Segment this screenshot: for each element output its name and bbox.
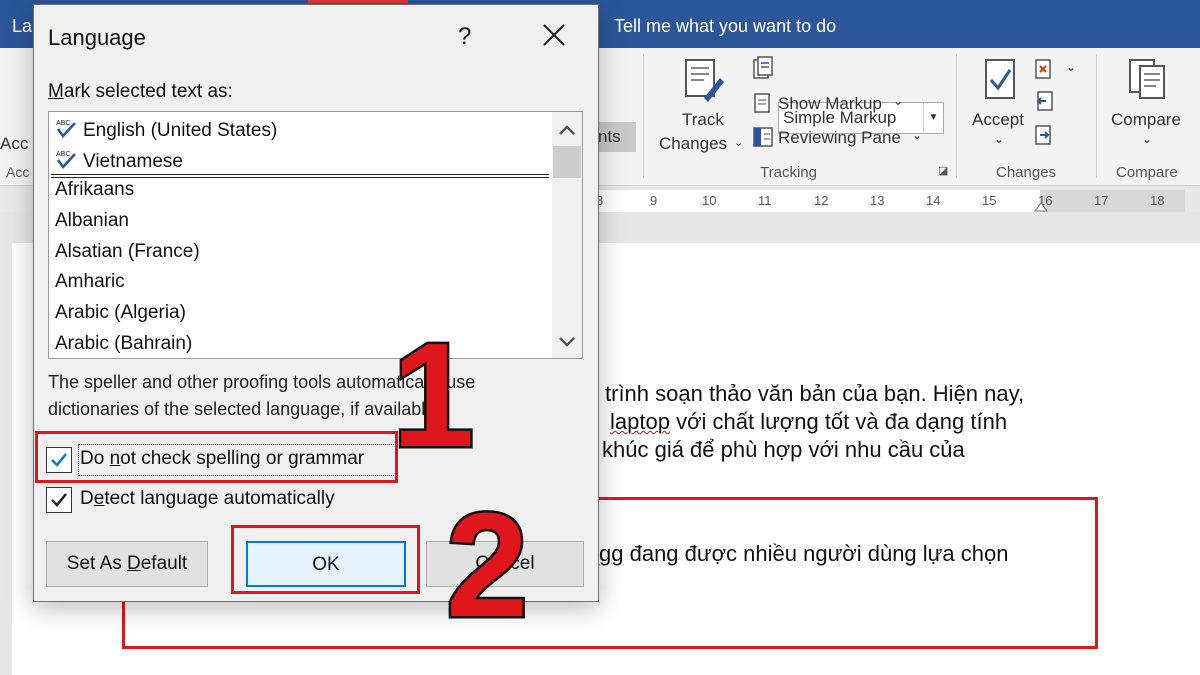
language-name: English (United States) [83, 120, 278, 141]
document-line: khúc giá để phù hợp với nhu cầu của [602, 437, 965, 462]
ruler-tick: 11 [758, 193, 772, 208]
language-name: Vietnamese [83, 151, 183, 172]
previous-change-icon[interactable] [1034, 90, 1054, 112]
accelerator-key: D [126, 553, 141, 574]
ruler-tick: 15 [982, 193, 997, 208]
compare-group-label: Compare [1116, 164, 1178, 181]
svg-text:ABC: ABC [56, 120, 70, 127]
tell-me-search[interactable]: Tell me what you want to do [614, 16, 836, 37]
display-for-review-icon [753, 56, 773, 79]
track-changes-label-1: Track [682, 110, 724, 129]
chevron-down-icon[interactable]: ⌄ [1066, 60, 1076, 74]
annotation-box-ok [231, 525, 420, 594]
track-changes-icon [685, 59, 724, 102]
ribbon-separator [956, 54, 957, 178]
ruler-tick: 17 [1094, 193, 1109, 208]
hidden-ribbon-button-label: nts [598, 127, 621, 146]
ribbon-separator [1096, 54, 1097, 178]
step-number-2: 2 [443, 483, 530, 648]
help-button[interactable]: ? [458, 23, 471, 51]
accept-label: Accept [972, 110, 1024, 129]
compare-icon [1129, 59, 1165, 99]
button-text: efault [140, 553, 188, 574]
checkbox-box[interactable] [46, 487, 72, 513]
checkbox-label: Detect language automatically [80, 488, 335, 510]
tab-stub[interactable]: La [12, 16, 32, 37]
document-line-text: với chất lượng tốt và đa dạng tính [669, 409, 1008, 434]
spellcheck-icon: ABC [56, 151, 76, 169]
scrollbar-thumb[interactable] [553, 146, 581, 178]
next-change-icon[interactable] [1034, 124, 1054, 146]
ruler-tick: 13 [870, 193, 885, 208]
chevron-down-icon: ▼ [923, 103, 943, 133]
chevron-down-icon: ⌄ [734, 137, 744, 149]
chevron-down-icon: ⌄ [912, 128, 923, 142]
list-scrollbar[interactable] [552, 112, 582, 358]
dialog-launcher-icon[interactable]: ◪ [938, 164, 948, 177]
spelling-error[interactable]: laptop [610, 409, 670, 434]
show-markup-label: Show Markup [778, 94, 882, 113]
spellcheck-icon: ABC [56, 120, 76, 138]
ruler-tick: 18 [1150, 193, 1165, 208]
proofing-note: dictionaries of the selected language, i… [48, 399, 441, 419]
reviewing-pane-icon [753, 127, 773, 147]
ruler-tick: 14 [926, 193, 941, 208]
checkmark-icon [51, 493, 67, 507]
chevron-down-icon: ⌄ [994, 132, 1005, 146]
chevron-down-icon[interactable] [552, 326, 582, 356]
document-line: laptop với chất lượng tốt và đa dạng tín… [610, 409, 1007, 435]
show-markup-icon [754, 93, 770, 113]
accept-icon [985, 59, 1015, 99]
ruler-tick: 10 [702, 193, 717, 208]
list-divider [51, 177, 549, 178]
title-accent-line [308, 0, 408, 3]
dialog-title: Language [48, 25, 146, 50]
accelerator-key: e [93, 488, 105, 509]
label-text: tect language automatically [104, 488, 335, 509]
svg-text:ABC: ABC [56, 151, 70, 158]
ribbon-stub-group: Acc [6, 164, 30, 180]
tracking-group-label: Tracking [760, 164, 817, 181]
list-item[interactable]: Amharic [55, 271, 125, 293]
list-item[interactable]: Arabic (Bahrain) [55, 333, 192, 355]
reject-icon[interactable] [1034, 58, 1054, 80]
ruler-tick: 9 [650, 193, 658, 208]
chevron-up-icon[interactable] [552, 116, 582, 146]
list-item[interactable]: ABC Vietnamese [55, 148, 183, 173]
button-text: Set As [66, 553, 127, 574]
mark-selected-label: Mark selected text as: [48, 81, 233, 103]
reviewing-pane-label: Reviewing Pane [778, 128, 901, 147]
list-divider [51, 174, 549, 175]
list-item[interactable]: Arabic (Algeria) [55, 302, 186, 324]
chevron-down-icon: ⌄ [893, 94, 904, 108]
annotation-box-checkbox [35, 431, 398, 483]
list-item[interactable]: Alsatian (France) [55, 241, 200, 263]
close-icon[interactable] [540, 21, 568, 49]
track-changes-label-2: Changes [659, 134, 728, 153]
list-item[interactable]: Albanian [55, 210, 129, 232]
mark-selected-label-text: ark selected text as: [63, 81, 233, 102]
set-as-default-button[interactable]: Set As Default [46, 541, 208, 587]
indent-marker-icon[interactable] [1034, 200, 1048, 212]
ribbon-stub-label: Acc [0, 134, 29, 153]
ribbon-separator [643, 54, 644, 178]
changes-group-label: Changes [996, 164, 1057, 181]
list-item[interactable]: Afrikaans [55, 179, 134, 201]
ruler-tick: 12 [814, 193, 829, 208]
accelerator-key: M [48, 81, 64, 102]
language-list[interactable]: ABC English (United States) ABC Vietname… [48, 111, 583, 359]
compare-label: Compare [1111, 110, 1181, 129]
chevron-down-icon: ⌄ [1142, 132, 1153, 146]
step-number-1: 1 [389, 313, 476, 478]
label-text: D [80, 488, 94, 509]
list-item[interactable]: ABC English (United States) [55, 117, 277, 142]
document-line: trình soạn thảo văn bản của bạn. Hiện na… [605, 381, 1025, 406]
